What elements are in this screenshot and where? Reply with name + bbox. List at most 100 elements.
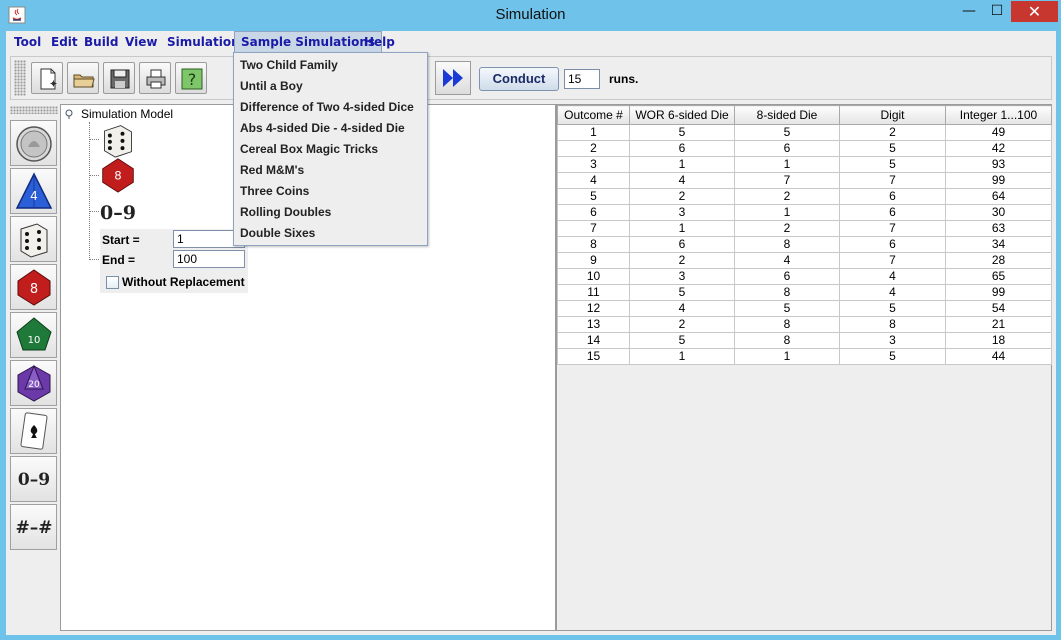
table-cell[interactable]: 64 (945, 188, 1052, 205)
table-cell[interactable]: 3 (839, 332, 946, 349)
table-row[interactable]: 2 6 6 5 42 (557, 140, 1052, 157)
table-cell[interactable]: 6 (839, 188, 946, 205)
table-cell[interactable]: 5 (839, 300, 946, 317)
table-cell[interactable]: 3 (629, 204, 735, 221)
table-row[interactable]: 7 1 2 7 63 (557, 220, 1052, 237)
table-cell[interactable]: 44 (945, 348, 1052, 365)
menu-item-red-mms[interactable]: Red M&M's (240, 160, 304, 181)
without-replacement-checkbox[interactable] (106, 276, 119, 289)
tree-root-label[interactable]: Simulation Model (81, 107, 173, 121)
table-cell[interactable]: 18 (945, 332, 1052, 349)
table-cell[interactable]: 99 (945, 284, 1052, 301)
print-button[interactable] (139, 62, 171, 94)
table-cell[interactable]: 8 (734, 332, 840, 349)
column-header[interactable]: 8-sided Die (734, 105, 840, 125)
table-cell[interactable]: 63 (945, 220, 1052, 237)
table-cell[interactable]: 6 (734, 268, 840, 285)
column-header[interactable]: WOR 6-sided Die (629, 105, 735, 125)
table-cell[interactable]: 34 (945, 236, 1052, 253)
maximize-button[interactable]: ☐ (984, 1, 1010, 22)
palette-integer-range[interactable]: #–# (10, 504, 57, 550)
table-cell[interactable]: 1 (557, 124, 630, 141)
table-cell[interactable]: 5 (734, 124, 840, 141)
table-row[interactable]: 11 5 8 4 99 (557, 284, 1052, 301)
model-node-digit-range[interactable]: 0–9 (100, 197, 140, 225)
table-cell[interactable]: 1 (629, 156, 735, 173)
table-cell[interactable]: 28 (945, 252, 1052, 269)
menu-build[interactable]: Build (78, 31, 125, 53)
table-cell[interactable]: 5 (629, 284, 735, 301)
tree-expand-handle[interactable] (64, 108, 74, 119)
menu-item-two-child-family[interactable]: Two Child Family (240, 55, 338, 76)
column-header[interactable]: Digit (839, 105, 946, 125)
palette-twenty-sided-die[interactable]: 20 (10, 360, 57, 406)
toolbar-grip[interactable] (14, 60, 26, 96)
table-cell[interactable]: 5 (839, 156, 946, 173)
table-row[interactable]: 10 3 6 4 65 (557, 268, 1052, 285)
menu-item-three-coins[interactable]: Three Coins (240, 181, 309, 202)
palette-playing-card[interactable] (10, 408, 57, 454)
table-cell[interactable]: 15 (557, 348, 630, 365)
model-node-six-sided-die[interactable] (100, 122, 136, 158)
table-cell[interactable]: 11 (557, 284, 630, 301)
menu-item-cereal-box[interactable]: Cereal Box Magic Tricks (240, 139, 378, 160)
menu-help[interactable]: Help (358, 31, 401, 53)
table-cell[interactable]: 30 (945, 204, 1052, 221)
minimize-button[interactable]: — (952, 1, 986, 22)
menu-item-rolling-doubles[interactable]: Rolling Doubles (240, 202, 331, 223)
table-cell[interactable]: 7 (557, 220, 630, 237)
table-cell[interactable]: 7 (734, 172, 840, 189)
table-cell[interactable]: 12 (557, 300, 630, 317)
close-button[interactable]: ✕ (1011, 1, 1058, 22)
table-cell[interactable]: 4 (839, 284, 946, 301)
table-cell[interactable]: 21 (945, 316, 1052, 333)
table-cell[interactable]: 8 (734, 236, 840, 253)
table-cell[interactable]: 8 (734, 284, 840, 301)
table-cell[interactable]: 54 (945, 300, 1052, 317)
new-button[interactable] (31, 62, 63, 94)
palette-ten-sided-die[interactable]: 10 (10, 312, 57, 358)
table-cell[interactable]: 6 (629, 236, 735, 253)
table-cell[interactable]: 7 (839, 220, 946, 237)
table-cell[interactable]: 14 (557, 332, 630, 349)
table-cell[interactable]: 7 (839, 172, 946, 189)
table-cell[interactable]: 13 (557, 316, 630, 333)
menu-simulation[interactable]: Simulation (161, 31, 246, 53)
table-row[interactable]: 14 5 8 3 18 (557, 332, 1052, 349)
palette-grip[interactable] (10, 106, 58, 114)
table-cell[interactable]: 5 (629, 124, 735, 141)
palette-digit-range[interactable]: 0–9 (10, 456, 57, 502)
table-row[interactable]: 15 1 1 5 44 (557, 348, 1052, 365)
table-cell[interactable]: 5 (557, 188, 630, 205)
help-button[interactable]: ? (175, 62, 207, 94)
table-row[interactable]: 1 5 5 2 49 (557, 124, 1052, 141)
runs-input[interactable] (564, 69, 600, 89)
table-cell[interactable]: 2 (839, 124, 946, 141)
menu-tool[interactable]: Tool (8, 31, 47, 53)
table-cell[interactable]: 2 (734, 220, 840, 237)
model-node-eight-sided-die[interactable]: 8 (100, 157, 136, 193)
table-cell[interactable]: 5 (839, 348, 946, 365)
table-cell[interactable]: 3 (629, 268, 735, 285)
table-cell[interactable]: 1 (734, 156, 840, 173)
palette-four-sided-die[interactable]: 4 (10, 168, 57, 214)
table-cell[interactable]: 99 (945, 172, 1052, 189)
table-cell[interactable]: 2 (629, 252, 735, 269)
table-cell[interactable]: 10 (557, 268, 630, 285)
conduct-button[interactable]: Conduct (479, 67, 559, 91)
fast-forward-button[interactable] (435, 61, 471, 95)
menu-item-abs-dice[interactable]: Abs 4-sided Die - 4-sided Die (240, 118, 405, 139)
table-cell[interactable]: 9 (557, 252, 630, 269)
menu-view[interactable]: View (119, 31, 163, 53)
save-button[interactable] (103, 62, 135, 94)
table-cell[interactable]: 2 (629, 188, 735, 205)
table-cell[interactable]: 4 (629, 172, 735, 189)
end-input[interactable] (173, 250, 245, 268)
table-cell[interactable]: 6 (557, 204, 630, 221)
table-cell[interactable]: 6 (839, 204, 946, 221)
table-row[interactable]: 13 2 8 8 21 (557, 316, 1052, 333)
menu-item-double-sixes[interactable]: Double Sixes (240, 223, 315, 244)
table-row[interactable]: 6 3 1 6 30 (557, 204, 1052, 221)
table-cell[interactable]: 49 (945, 124, 1052, 141)
table-row[interactable]: 8 6 8 6 34 (557, 236, 1052, 253)
